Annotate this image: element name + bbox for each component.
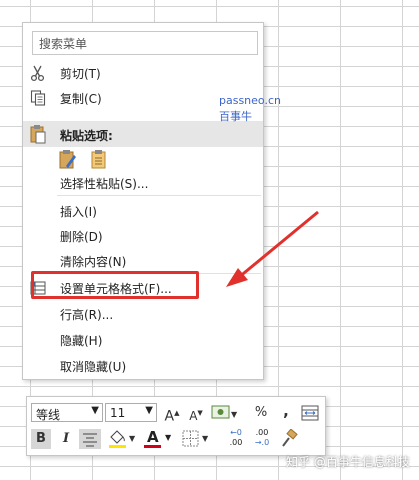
chevron-down-icon: ▼ bbox=[145, 405, 153, 416]
chevron-down-icon: ▼ bbox=[165, 433, 172, 442]
svg-text:▼: ▼ bbox=[129, 434, 136, 443]
increase-decimal-button[interactable]: ←0 .00 bbox=[223, 428, 249, 450]
number-format-icon[interactable]: ▼ bbox=[211, 404, 239, 422]
comma-style-button[interactable]: , bbox=[279, 401, 293, 421]
comma-icon: , bbox=[283, 402, 289, 420]
font-color-button[interactable]: A ▼ bbox=[143, 428, 175, 450]
font-color-icon: A bbox=[147, 428, 159, 446]
italic-button[interactable]: I bbox=[57, 429, 75, 449]
align-center-icon[interactable] bbox=[79, 429, 101, 449]
fill-color-icon[interactable]: ▼ bbox=[107, 428, 139, 450]
borders-icon[interactable]: ▼ bbox=[181, 429, 213, 449]
chevron-down-icon: ▼ bbox=[91, 405, 99, 416]
svg-text:▼: ▼ bbox=[202, 434, 209, 443]
italic-icon: I bbox=[62, 431, 70, 446]
font-name-value: 等线 bbox=[36, 408, 61, 422]
bold-icon: B bbox=[36, 431, 46, 446]
font-color-bar bbox=[144, 445, 161, 448]
percent-icon: % bbox=[254, 405, 268, 420]
shrink-font-button[interactable]: A▼ bbox=[187, 403, 205, 423]
decrease-decimal-button[interactable]: .00 →.0 bbox=[249, 428, 275, 450]
grow-font-icon: A bbox=[164, 408, 175, 425]
merge-center-icon[interactable] bbox=[301, 404, 319, 422]
increase-decimal-bottom: .00 bbox=[229, 438, 243, 447]
font-size-dropdown[interactable]: 11 ▼ bbox=[105, 403, 157, 422]
svg-text:▼: ▼ bbox=[231, 410, 238, 419]
font-name-dropdown[interactable]: 等线 ▼ bbox=[31, 403, 103, 422]
increase-decimal-top: ←0 bbox=[230, 428, 242, 437]
decrease-decimal-top: .00 bbox=[255, 428, 269, 437]
font-size-value: 11 bbox=[110, 406, 126, 420]
grow-font-button[interactable]: A▲ bbox=[163, 403, 181, 425]
percent-button[interactable]: % bbox=[253, 403, 269, 423]
decrease-decimal-bottom: →.0 bbox=[254, 438, 270, 447]
bold-button[interactable]: B bbox=[31, 429, 51, 449]
source-credit: 知乎 @百事牛信息科技 bbox=[286, 455, 410, 469]
mini-toolbar: 等线 ▼ 11 ▼ A▲ A▼ ▼ % , B I ▼ A ▼ ▼ ←0 .00… bbox=[26, 396, 326, 456]
format-painter-icon[interactable] bbox=[279, 429, 299, 449]
